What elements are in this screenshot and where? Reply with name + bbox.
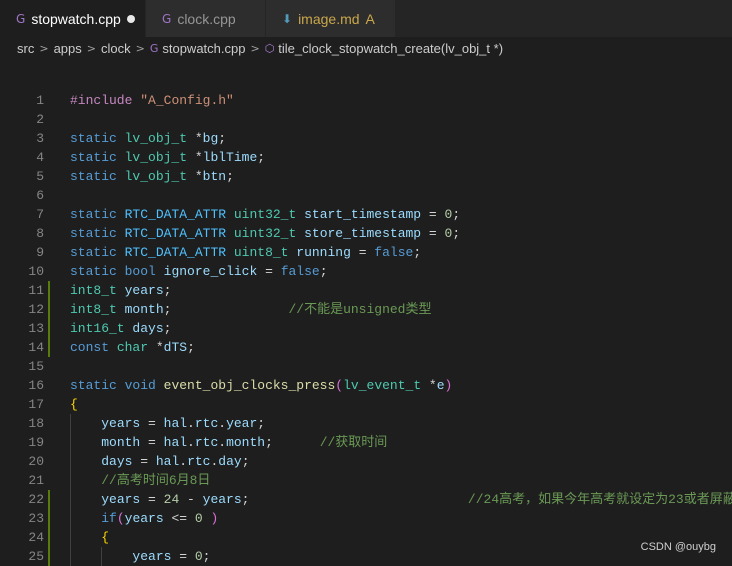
code-line[interactable] (70, 357, 732, 376)
code-line[interactable]: const char *dTS; (70, 338, 732, 357)
code-line[interactable]: static lv_obj_t *bg; (70, 129, 732, 148)
breadcrumb-item-apps[interactable]: apps (54, 41, 82, 56)
tab-image-md[interactable]: ⬇ image.md A (266, 0, 396, 37)
line-number: 2 (36, 112, 44, 127)
markdown-file-icon: ⬇ (282, 11, 293, 26)
line-number: 24 (28, 530, 44, 545)
line-number-gutter: 1 2 3 4 5 6 7 8 9 10 11 12 13 14 15 16 17 18 19 20 21 22 23 24 2… (0, 91, 60, 566)
code-line[interactable]: static lv_obj_t *btn; (70, 167, 732, 186)
line-number: 6 (36, 188, 44, 203)
line-number: 21 (28, 473, 44, 488)
code-line[interactable]: static bool ignore_click = false; (70, 262, 732, 281)
line-number: 3 (36, 131, 44, 146)
line-number: 11 (28, 283, 44, 298)
tab-bar: G stopwatch.cpp G clock.cpp ⬇ image.md A (0, 0, 732, 37)
breadcrumb-item-symbol[interactable]: tile_clock_stopwatch_create(lv_obj_t *) (278, 41, 503, 56)
code-area[interactable]: #include "A_Config.h"static lv_obj_t *bg… (70, 91, 732, 566)
line-number: 16 (28, 378, 44, 393)
tab-clock-cpp[interactable]: G clock.cpp (146, 0, 266, 37)
code-line[interactable]: { (70, 528, 732, 547)
line-number: 9 (36, 245, 44, 260)
tab-label: clock.cpp (177, 10, 236, 27)
watermark: CSDN @ouybg (640, 541, 716, 553)
code-line[interactable]: days = hal.rtc.day; (70, 452, 732, 471)
line-number: 7 (36, 207, 44, 222)
unsaved-dot-icon[interactable] (127, 15, 135, 23)
code-line[interactable]: static lv_obj_t *lblTime; (70, 148, 732, 167)
line-number: 22 (28, 492, 44, 507)
breadcrumb: src > apps > clock > G stopwatch.cpp > ⬡… (0, 37, 732, 59)
code-line[interactable]: int8_t years; (70, 281, 732, 300)
code-line[interactable] (70, 110, 732, 129)
code-line[interactable]: static RTC_DATA_ATTR uint32_t store_time… (70, 224, 732, 243)
code-line[interactable]: int16_t days; (70, 319, 732, 338)
code-line[interactable]: years = 24 - years; //24高考，如果今年高考就设定为23或… (70, 490, 732, 509)
function-cube-icon: ⬡ (264, 41, 275, 55)
tab-stopwatch-cpp[interactable]: G stopwatch.cpp (0, 0, 146, 37)
line-number: 23 (28, 511, 44, 526)
line-number: 5 (36, 169, 44, 184)
code-line[interactable]: static RTC_DATA_ATTR uint8_t running = f… (70, 243, 732, 262)
line-number: 14 (28, 340, 44, 355)
line-number: 15 (28, 359, 44, 374)
line-number: 1 (36, 93, 44, 108)
line-number: 19 (28, 435, 44, 450)
line-number: 25 (28, 549, 44, 564)
code-line[interactable]: static RTC_DATA_ATTR uint32_t start_time… (70, 205, 732, 224)
tab-label: image.md (298, 10, 360, 27)
code-line[interactable]: #include "A_Config.h" (70, 91, 732, 110)
code-line[interactable]: static void event_obj_clocks_press(lv_ev… (70, 376, 732, 395)
chevron-right-icon: > (250, 41, 260, 55)
tab-label: stopwatch.cpp (31, 10, 121, 27)
chevron-right-icon: > (39, 41, 49, 55)
breadcrumb-item-src[interactable]: src (17, 41, 34, 56)
code-editor[interactable]: 1 2 3 4 5 6 7 8 9 10 11 12 13 14 15 16 17 18 19 20 21 22 23 24 2… (0, 91, 732, 566)
breadcrumb-item-file[interactable]: stopwatch.cpp (162, 41, 245, 56)
line-number: 17 (28, 397, 44, 412)
line-number: 4 (36, 150, 44, 165)
chevron-right-icon: > (135, 41, 145, 55)
line-number: 12 (28, 302, 44, 317)
code-line[interactable]: if(years <= 0 ) (70, 509, 732, 528)
line-number: 8 (36, 226, 44, 241)
breadcrumb-item-clock[interactable]: clock (101, 41, 131, 56)
line-number: 18 (28, 416, 44, 431)
cpp-file-icon: G (149, 41, 159, 55)
code-line[interactable]: int8_t month; //不能是unsigned类型 (70, 300, 732, 319)
line-number: 20 (28, 454, 44, 469)
code-line[interactable]: //高考时间6月8日 (70, 471, 732, 490)
cpp-file-icon: G (162, 11, 172, 26)
line-number: 13 (28, 321, 44, 336)
line-number: 10 (28, 264, 44, 279)
chevron-right-icon: > (86, 41, 96, 55)
code-line[interactable]: month = hal.rtc.month; //获取时间 (70, 433, 732, 452)
code-line[interactable] (70, 186, 732, 205)
code-line[interactable]: years = 0; (70, 547, 732, 566)
git-status-badge: A (365, 10, 375, 27)
code-line[interactable]: { (70, 395, 732, 414)
cpp-file-icon: G (16, 11, 26, 26)
code-line[interactable]: years = hal.rtc.year; (70, 414, 732, 433)
